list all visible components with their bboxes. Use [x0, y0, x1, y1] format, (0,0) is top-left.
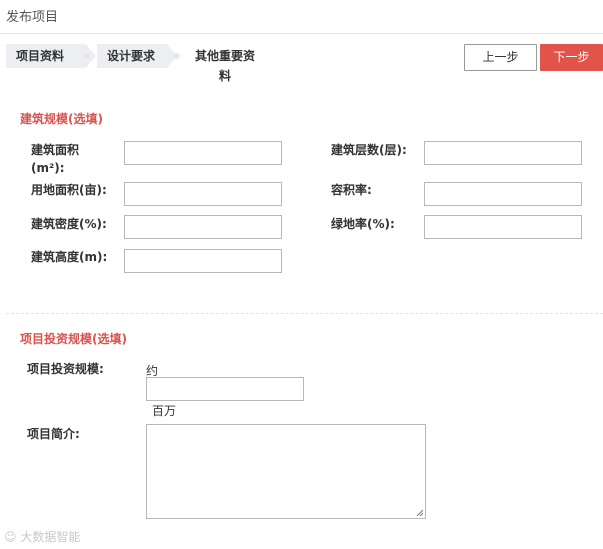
- density-input[interactable]: [124, 215, 282, 239]
- green-ratio-label: 绿地率(%):: [331, 217, 395, 231]
- investment-scale-label: 项目投资规模:: [27, 362, 104, 376]
- step-separator-dot: [84, 53, 90, 59]
- next-step-button[interactable]: 下一步: [540, 44, 603, 71]
- land-area-input[interactable]: [124, 182, 282, 206]
- investment-unit: 百万: [152, 404, 177, 418]
- land-area-label: 用地面积(亩):: [31, 183, 107, 197]
- height-input[interactable]: [124, 249, 282, 273]
- page-title: 发布项目: [6, 10, 59, 25]
- watermark-logo-icon: ☺: [4, 530, 17, 544]
- floors-label: 建筑层数(层):: [331, 143, 407, 157]
- project-intro-label: 项目简介:: [27, 427, 80, 441]
- page-header: 发布项目: [0, 0, 603, 34]
- investment-amount-input[interactable]: [146, 377, 304, 401]
- step-project-info[interactable]: 项目资料: [6, 44, 86, 68]
- building-scale-section-title: 建筑规模(选填): [20, 112, 103, 126]
- prev-step-button[interactable]: 上一步: [464, 44, 537, 71]
- floors-input[interactable]: [424, 141, 582, 165]
- step-other-documents[interactable]: 其他重要资料: [193, 46, 257, 83]
- watermark: ☺ 大数据智能: [4, 528, 80, 545]
- green-ratio-input[interactable]: [424, 215, 582, 239]
- project-intro-textarea[interactable]: [146, 424, 426, 519]
- step-separator-dot: [174, 53, 180, 59]
- plot-ratio-input[interactable]: [424, 182, 582, 206]
- resize-grip-icon[interactable]: [416, 509, 423, 516]
- section-divider: [6, 313, 603, 314]
- investment-section-title: 项目投资规模(选填): [20, 332, 127, 346]
- step-design-requirements[interactable]: 设计要求: [97, 44, 167, 68]
- building-area-label: 建筑面积(m²):: [31, 143, 80, 175]
- building-area-input[interactable]: [124, 141, 282, 165]
- height-label: 建筑高度(m):: [31, 250, 108, 264]
- plot-ratio-label: 容积率:: [331, 183, 372, 197]
- watermark-text: 大数据智能: [20, 530, 81, 544]
- density-label: 建筑密度(%):: [31, 217, 107, 231]
